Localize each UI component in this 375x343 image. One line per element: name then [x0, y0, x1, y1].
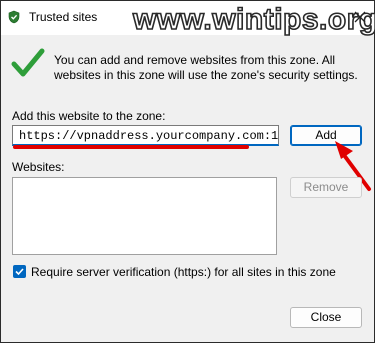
checkmark-icon: [11, 48, 45, 77]
window-title: Trusted sites: [29, 10, 98, 24]
require-verification-checkbox[interactable]: [13, 265, 26, 278]
title-bar: Trusted sites www.wintips.org: [1, 1, 375, 37]
shield-check-icon: [8, 10, 20, 24]
info-text: You can add and remove websites from thi…: [54, 53, 358, 82]
add-website-label: Add this website to the zone:: [12, 109, 166, 123]
watermark: www.wintips.org: [132, 2, 375, 37]
remove-button[interactable]: Remove: [290, 177, 362, 198]
websites-list[interactable]: [12, 177, 277, 255]
website-url-input[interactable]: https://vpnaddress.yourcompany.com:10443: [12, 125, 279, 146]
checkbox-check-icon: [15, 268, 24, 276]
close-icon[interactable]: [352, 9, 368, 25]
trusted-sites-dialog: Trusted sites www.wintips.org You can ad…: [0, 0, 375, 343]
require-verification-label[interactable]: Require server verification (https:) for…: [31, 265, 336, 279]
annotation-underline: [13, 145, 249, 149]
close-button[interactable]: Close: [290, 307, 362, 328]
websites-label: Websites:: [12, 160, 65, 174]
